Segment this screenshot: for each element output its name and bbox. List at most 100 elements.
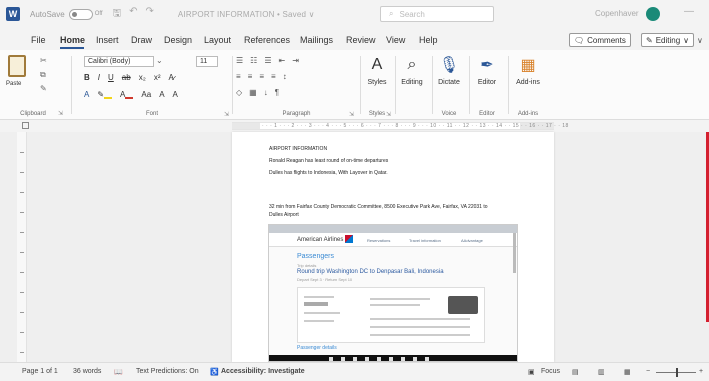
autosave-state: Off <box>94 11 103 17</box>
taskbar-icon <box>329 357 333 361</box>
zoom-in-button[interactable]: + <box>699 368 703 375</box>
copy-icon[interactable]: ⧉ <box>40 70 46 80</box>
taskbar-icon <box>425 357 429 361</box>
tab-design[interactable]: Design <box>164 35 192 45</box>
change-case-button[interactable]: Aa <box>141 90 151 99</box>
ribbon-tabs: File Home Insert Draw Design Layout Refe… <box>0 28 709 50</box>
ruler-tick <box>20 232 24 233</box>
text-predictions-status[interactable]: Text Predictions: On <box>136 368 199 375</box>
accessibility-status[interactable]: Accessibility: Investigate <box>221 368 305 375</box>
tab-draw[interactable]: Draw <box>131 35 152 45</box>
save-icon[interactable]: 🖫 <box>113 6 122 23</box>
highlight-button[interactable]: ✎ <box>97 90 113 99</box>
comments-button[interactable]: 🗨 Comments <box>569 33 631 47</box>
clear-formatting-button[interactable]: A̷ <box>168 73 173 82</box>
group-label-voice: Voice <box>441 111 457 117</box>
embedded-screenshot-image[interactable]: American Airlines Reservations Travel in… <box>268 224 518 362</box>
aa-nav-item: Reservations <box>367 238 391 243</box>
text-line <box>304 320 334 322</box>
avatar[interactable] <box>646 7 660 21</box>
doc-paragraph[interactable]: Dulles has flights to Indonesia, With La… <box>269 170 388 176</box>
tab-file[interactable]: File <box>31 35 46 45</box>
doc-paragraph[interactable]: Ronald Reagan has least round of on-time… <box>269 158 388 164</box>
tab-layout[interactable]: Layout <box>204 35 231 45</box>
focus-icon: ▣ <box>528 369 535 376</box>
undo-icon[interactable]: ↶ <box>129 6 137 23</box>
tab-mailings[interactable]: Mailings <box>300 35 333 45</box>
editing-button[interactable]: ⌕ Editing <box>396 54 428 86</box>
font-size-select[interactable]: 11 <box>196 56 218 67</box>
chevron-down-icon[interactable]: ∨ <box>697 36 703 45</box>
search-box[interactable]: ⌕ Search <box>380 6 494 22</box>
tab-help[interactable]: Help <box>419 35 438 45</box>
credit-card-icon <box>448 296 478 314</box>
ruler-tick <box>20 152 24 153</box>
zoom-slider-handle[interactable] <box>676 368 678 377</box>
font-family-select[interactable]: Calibri (Body) <box>84 56 154 67</box>
aa-payment-card <box>297 287 485 343</box>
shrink-font-button[interactable]: A <box>173 90 178 99</box>
tab-review[interactable]: Review <box>346 35 376 45</box>
search-icon: ⌕ <box>389 9 394 18</box>
underline-button[interactable]: U <box>108 73 114 82</box>
text-line <box>370 326 470 328</box>
dialog-launcher-icon[interactable]: ⇲ <box>224 111 229 118</box>
zoom-out-button[interactable]: − <box>646 368 650 375</box>
tab-home[interactable]: Home <box>60 35 85 45</box>
editing-mode-label: Editing <box>655 35 681 45</box>
focus-button[interactable]: Focus <box>541 368 560 375</box>
text-line <box>370 298 430 300</box>
chevron-down-icon[interactable]: ⌄ <box>156 56 163 65</box>
browser-bar <box>269 225 517 233</box>
tab-view[interactable]: View <box>386 35 405 45</box>
tab-insert[interactable]: Insert <box>96 35 119 45</box>
user-name[interactable]: Copenhaver <box>595 9 639 18</box>
strikethrough-button[interactable]: ab <box>122 73 131 82</box>
dialog-launcher-icon[interactable]: ⇲ <box>349 111 354 118</box>
document-page[interactable]: AIRPORT INFORMATION Ronald Reagan has le… <box>232 132 554 362</box>
cut-icon[interactable]: ✂ <box>40 56 47 65</box>
group-label-paragraph: Paragraph <box>282 111 311 117</box>
paste-label[interactable]: Paste <box>6 81 21 87</box>
read-mode-icon[interactable]: ▤ <box>572 368 579 376</box>
subscript-button[interactable]: x₂ <box>139 73 146 82</box>
italic-button[interactable]: I <box>98 73 100 82</box>
find-icon: ⌕ <box>407 56 417 73</box>
doc-heading[interactable]: AIRPORT INFORMATION <box>269 146 327 152</box>
redo-icon[interactable]: ↷ <box>146 6 154 23</box>
divider <box>508 56 509 114</box>
autosave-toggle[interactable] <box>68 8 93 20</box>
minimize-button[interactable]: — <box>684 6 694 17</box>
quick-access-toolbar: 🖫 ↶ ↷ <box>113 6 154 23</box>
autosave-label: AutoSave <box>30 9 65 19</box>
dialog-launcher-icon[interactable]: ⇲ <box>58 110 63 117</box>
ruler-numbers: · · · 1 · · · 2 · · · 3 · · · 4 · · · 5 … <box>262 123 569 129</box>
tab-selector[interactable] <box>22 122 29 129</box>
font-color-button[interactable]: A <box>120 90 134 99</box>
format-painter-icon[interactable]: ✎ <box>40 84 47 93</box>
doc-paragraph[interactable]: 32 min from Fairfax County Democratic Co… <box>269 204 488 210</box>
comments-label: Comments <box>587 35 626 45</box>
group-label-clipboard: Clipboard <box>20 111 46 117</box>
grow-font-button[interactable]: A <box>159 90 164 99</box>
document-title[interactable]: AIRPORT INFORMATION • Saved ∨ <box>178 10 315 19</box>
page-count[interactable]: Page 1 of 1 <box>22 368 58 375</box>
bold-button[interactable]: B <box>84 73 90 82</box>
text-line <box>304 296 334 298</box>
aa-brand: American Airlines <box>297 237 344 243</box>
web-layout-icon[interactable]: ▦ <box>624 368 631 376</box>
proofing-icon[interactable]: 📖 <box>114 368 123 376</box>
paste-icon[interactable] <box>8 55 26 77</box>
editing-mode-button[interactable]: ✎ Editing ∨ <box>641 33 695 47</box>
superscript-button[interactable]: x² <box>154 73 161 82</box>
text-effects-button[interactable]: A <box>84 90 89 99</box>
word-count[interactable]: 36 words <box>73 368 101 375</box>
taskbar-icon <box>377 357 381 361</box>
horizontal-ruler: · · · 1 · · · 2 · · · 3 · · · 4 · · · 5 … <box>0 120 709 132</box>
dialog-launcher-icon[interactable]: ⇲ <box>386 111 391 118</box>
tab-references[interactable]: References <box>244 35 290 45</box>
doc-paragraph[interactable]: Dulles Airport <box>269 212 299 218</box>
text-line <box>370 304 420 306</box>
text-line <box>370 334 470 336</box>
print-layout-icon[interactable]: ▥ <box>598 368 605 376</box>
